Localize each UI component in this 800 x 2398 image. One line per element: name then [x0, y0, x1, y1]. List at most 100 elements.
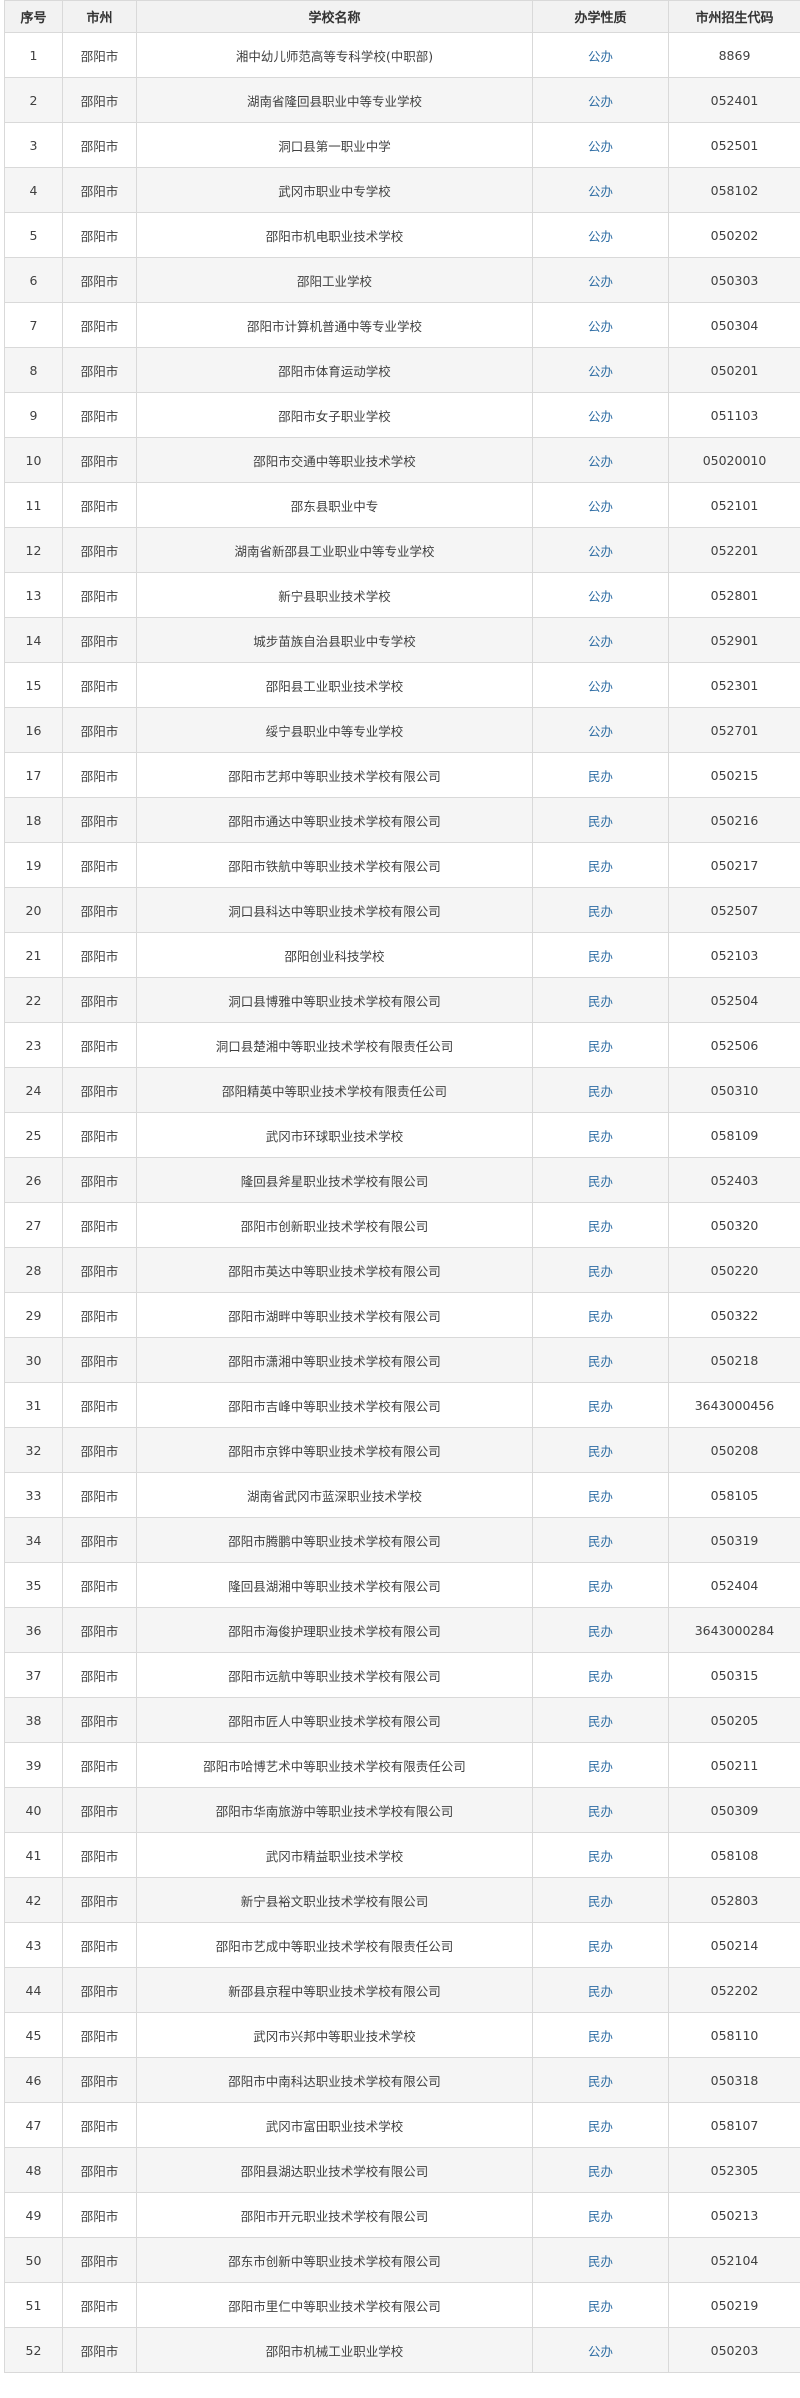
cell-school-name: 湖南省隆回县职业中等专业学校 — [136, 77, 533, 123]
cell-serial-number: 26 — [4, 1157, 63, 1203]
table-row: 43 邵阳市 邵阳市艺成中等职业技术学校有限责任公司 民办 050214 — [4, 1922, 800, 1968]
table-row: 13 邵阳市 新宁县职业技术学校 公办 052801 — [4, 572, 800, 618]
cell-enrollment-code: 050322 — [668, 1292, 800, 1338]
table-row: 41 邵阳市 武冈市精益职业技术学校 民办 058108 — [4, 1832, 800, 1878]
cell-serial-number: 38 — [4, 1697, 63, 1743]
cell-school-name: 城步苗族自治县职业中专学校 — [136, 617, 533, 663]
school-table: 序号 市州 学校名称 办学性质 市州招生代码 1 邵阳市 湘中幼儿师范高等专科学校(… — [4, 0, 800, 2373]
table-row: 39 邵阳市 邵阳市哈博艺术中等职业技术学校有限责任公司 民办 050211 — [4, 1742, 800, 1788]
cell-school-nature: 民办 — [532, 2102, 669, 2148]
cell-serial-number: 24 — [4, 1067, 63, 1113]
cell-school-name: 隆回县湖湘中等职业技术学校有限公司 — [136, 1562, 533, 1608]
cell-school-name: 隆回县斧星职业技术学校有限公司 — [136, 1157, 533, 1203]
cell-city: 邵阳市 — [62, 707, 137, 753]
cell-school-nature: 民办 — [532, 1652, 669, 1698]
cell-serial-number: 19 — [4, 842, 63, 888]
cell-enrollment-code: 050201 — [668, 347, 800, 393]
cell-school-nature: 民办 — [532, 1157, 669, 1203]
cell-serial-number: 3 — [4, 122, 63, 168]
cell-enrollment-code: 052506 — [668, 1022, 800, 1068]
cell-serial-number: 47 — [4, 2102, 63, 2148]
cell-serial-number: 4 — [4, 167, 63, 213]
cell-school-name: 武冈市兴邦中等职业技术学校 — [136, 2012, 533, 2058]
cell-school-nature: 民办 — [532, 1247, 669, 1293]
cell-serial-number: 20 — [4, 887, 63, 933]
cell-serial-number: 45 — [4, 2012, 63, 2058]
table-row: 25 邵阳市 武冈市环球职业技术学校 民办 058109 — [4, 1112, 800, 1158]
cell-school-nature: 民办 — [532, 1472, 669, 1518]
cell-serial-number: 28 — [4, 1247, 63, 1293]
cell-school-nature: 民办 — [532, 1697, 669, 1743]
cell-school-nature: 公办 — [532, 212, 669, 258]
cell-school-nature: 公办 — [532, 707, 669, 753]
cell-city: 邵阳市 — [62, 347, 137, 393]
table-body: 1 邵阳市 湘中幼儿师范高等专科学校(中职部) 公办 8869 2 邵阳市 湖南省隆回县职业中… — [4, 32, 800, 2373]
cell-school-name: 邵阳精英中等职业技术学校有限责任公司 — [136, 1067, 533, 1113]
cell-enrollment-code: 050319 — [668, 1517, 800, 1563]
cell-school-name: 新邵县京程中等职业技术学校有限公司 — [136, 1967, 533, 2013]
cell-school-nature: 民办 — [532, 1202, 669, 1248]
cell-enrollment-code: 050215 — [668, 752, 800, 798]
cell-school-name: 邵阳市体育运动学校 — [136, 347, 533, 393]
cell-school-nature: 民办 — [532, 2192, 669, 2238]
header-school-nature: 办学性质 — [532, 0, 669, 33]
cell-school-name: 邵阳市铁航中等职业技术学校有限公司 — [136, 842, 533, 888]
cell-city: 邵阳市 — [62, 1742, 137, 1788]
table-row: 5 邵阳市 邵阳市机电职业技术学校 公办 050202 — [4, 212, 800, 258]
cell-city: 邵阳市 — [62, 167, 137, 213]
cell-school-nature: 民办 — [532, 887, 669, 933]
cell-school-name: 邵阳市京铧中等职业技术学校有限公司 — [136, 1427, 533, 1473]
cell-serial-number: 33 — [4, 1472, 63, 1518]
table-row: 49 邵阳市 邵阳市开元职业技术学校有限公司 民办 050213 — [4, 2192, 800, 2238]
cell-city: 邵阳市 — [62, 2327, 137, 2373]
cell-city: 邵阳市 — [62, 392, 137, 438]
cell-serial-number: 16 — [4, 707, 63, 753]
cell-enrollment-code: 052104 — [668, 2237, 800, 2283]
cell-school-name: 邵阳工业学校 — [136, 257, 533, 303]
header-row: 序号 市州 学校名称 办学性质 市州招生代码 — [4, 0, 800, 33]
cell-enrollment-code: 050303 — [668, 257, 800, 303]
cell-school-name: 邵阳市中南科达职业技术学校有限公司 — [136, 2057, 533, 2103]
cell-school-nature: 公办 — [532, 122, 669, 168]
cell-city: 邵阳市 — [62, 1787, 137, 1833]
cell-serial-number: 10 — [4, 437, 63, 483]
cell-school-nature: 民办 — [532, 1607, 669, 1653]
cell-enrollment-code: 051103 — [668, 392, 800, 438]
cell-school-nature: 民办 — [532, 1562, 669, 1608]
cell-enrollment-code: 052803 — [668, 1877, 800, 1923]
cell-school-nature: 公办 — [532, 662, 669, 708]
cell-city: 邵阳市 — [62, 842, 137, 888]
cell-school-nature: 公办 — [532, 437, 669, 483]
cell-city: 邵阳市 — [62, 1382, 137, 1428]
cell-school-name: 邵阳市华南旅游中等职业技术学校有限公司 — [136, 1787, 533, 1833]
cell-city: 邵阳市 — [62, 572, 137, 618]
cell-school-name: 洞口县楚湘中等职业技术学校有限责任公司 — [136, 1022, 533, 1068]
table-row: 27 邵阳市 邵阳市创新职业技术学校有限公司 民办 050320 — [4, 1202, 800, 1248]
cell-enrollment-code: 052404 — [668, 1562, 800, 1608]
cell-serial-number: 1 — [4, 32, 63, 78]
table-row: 30 邵阳市 邵阳市潇湘中等职业技术学校有限公司 民办 050218 — [4, 1337, 800, 1383]
cell-serial-number: 6 — [4, 257, 63, 303]
table-row: 35 邵阳市 隆回县湖湘中等职业技术学校有限公司 民办 052404 — [4, 1562, 800, 1608]
cell-school-nature: 民办 — [532, 2282, 669, 2328]
cell-enrollment-code: 050216 — [668, 797, 800, 843]
table-row: 26 邵阳市 隆回县斧星职业技术学校有限公司 民办 052403 — [4, 1157, 800, 1203]
cell-serial-number: 23 — [4, 1022, 63, 1068]
cell-serial-number: 37 — [4, 1652, 63, 1698]
cell-school-name: 新宁县裕文职业技术学校有限公司 — [136, 1877, 533, 1923]
cell-school-nature: 公办 — [532, 347, 669, 393]
cell-school-name: 洞口县科达中等职业技术学校有限公司 — [136, 887, 533, 933]
cell-school-name: 邵阳市通达中等职业技术学校有限公司 — [136, 797, 533, 843]
cell-school-nature: 民办 — [532, 752, 669, 798]
cell-school-nature: 公办 — [532, 167, 669, 213]
cell-school-nature: 民办 — [532, 842, 669, 888]
cell-enrollment-code: 050318 — [668, 2057, 800, 2103]
cell-school-name: 邵阳市海俊护理职业技术学校有限公司 — [136, 1607, 533, 1653]
cell-city: 邵阳市 — [62, 2057, 137, 2103]
cell-school-nature: 公办 — [532, 302, 669, 348]
cell-school-name: 武冈市职业中专学校 — [136, 167, 533, 213]
table-row: 8 邵阳市 邵阳市体育运动学校 公办 050201 — [4, 347, 800, 393]
cell-city: 邵阳市 — [62, 1832, 137, 1878]
cell-serial-number: 8 — [4, 347, 63, 393]
cell-city: 邵阳市 — [62, 977, 137, 1023]
